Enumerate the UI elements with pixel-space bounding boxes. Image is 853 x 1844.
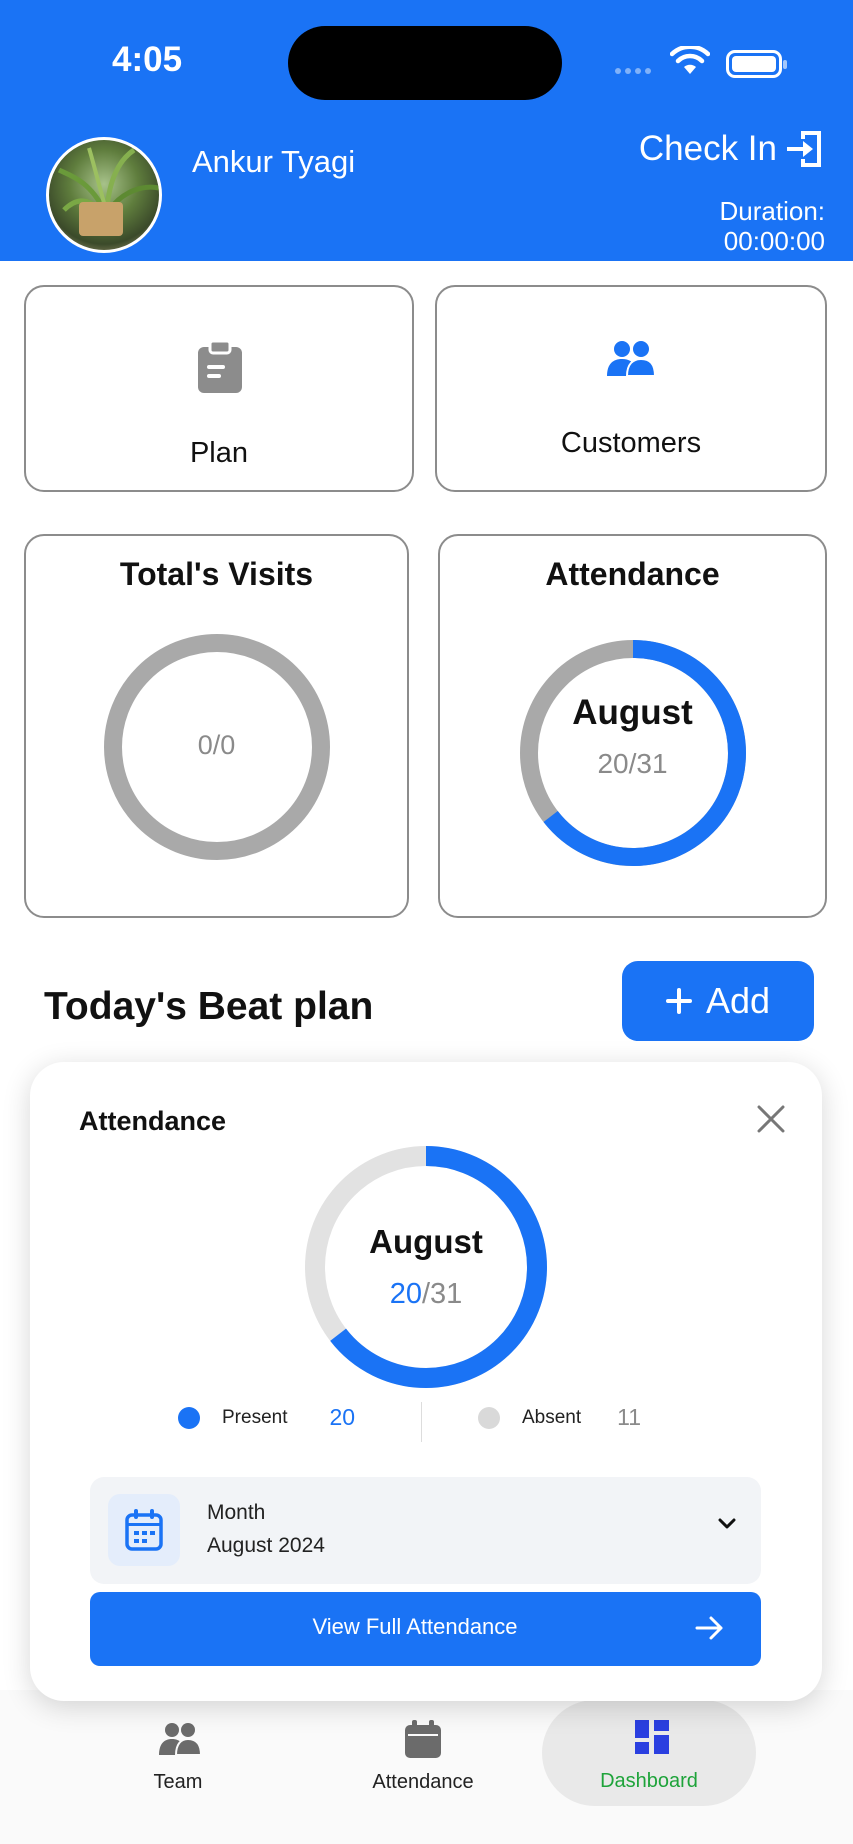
attendance-month: August (572, 693, 693, 732)
status-time: 4:05 (112, 40, 183, 79)
nav-dashboard-label: Dashboard (600, 1770, 698, 1792)
door-enter-icon (787, 131, 821, 167)
duration-display: Duration: 00:00:00 (720, 196, 826, 256)
month-field-value: August 2024 (207, 1534, 325, 1557)
view-full-attendance-button[interactable]: View Full Attendance (90, 1592, 761, 1666)
plan-card[interactable]: Plan (24, 285, 414, 492)
customers-card[interactable]: Customers (435, 285, 827, 492)
check-in-label: Check In (638, 129, 777, 168)
clipboard-icon (198, 341, 242, 393)
bottom-nav: Team Attendance Dashboard (0, 1690, 853, 1844)
nav-team-label: Team (153, 1771, 203, 1793)
beat-plan-title: Today's Beat plan (44, 985, 374, 1028)
nav-attendance[interactable]: Attendance (323, 1690, 523, 1810)
dashboard-icon (635, 1720, 669, 1754)
calendar-icon-box (108, 1494, 180, 1566)
add-button[interactable]: Add (622, 961, 814, 1041)
total-visits-card[interactable]: Total's Visits 0/0 (24, 534, 409, 918)
attendance-value: 20/31 (597, 748, 668, 779)
app-header: 4:05 Ankur Tyagi Check In Duration: 00:0… (0, 0, 853, 261)
avatar[interactable] (46, 137, 162, 253)
attendance-card[interactable]: Attendance August 20/31 (438, 534, 827, 918)
absent-label: Absent (522, 1406, 582, 1428)
view-button-label: View Full Attendance (312, 1614, 518, 1639)
signal-icon (615, 68, 657, 76)
present-dot (178, 1406, 200, 1429)
users-icon (607, 341, 655, 377)
plan-label: Plan (189, 437, 249, 469)
customers-label: Customers (560, 427, 702, 459)
wifi-icon (670, 46, 710, 74)
legend-divider (421, 1402, 422, 1442)
absent-dot (478, 1406, 500, 1429)
nav-attendance-label: Attendance (372, 1771, 474, 1793)
month-field-label: Month (207, 1501, 266, 1524)
arrow-right-icon (695, 1616, 723, 1640)
user-name: Ankur Tyagi (192, 144, 356, 179)
absent-count: 11 (617, 1404, 642, 1430)
team-icon (159, 1723, 201, 1756)
sheet-ring: August 20/31 (304, 1145, 548, 1389)
battery-icon (726, 50, 787, 78)
calendar-icon (405, 1720, 441, 1758)
check-in-button[interactable]: Check In (639, 128, 825, 170)
present-label: Present (222, 1406, 288, 1428)
visits-value: 0/0 (197, 730, 236, 760)
chevron-down-icon (718, 1518, 736, 1529)
month-select[interactable]: Month August 2024 (90, 1477, 761, 1584)
sheet-title: Attendance (79, 1106, 227, 1136)
sheet-total-value: /31 (421, 1278, 463, 1310)
attendance-ring: August 20/31 (518, 638, 748, 868)
attendance-sheet: Attendance August 20/31 Present 20 Absen… (30, 1062, 822, 1701)
nav-team[interactable]: Team (78, 1690, 278, 1810)
dynamic-island (288, 26, 562, 100)
sheet-month: August (369, 1223, 483, 1260)
close-icon[interactable] (754, 1102, 788, 1136)
visits-title: Total's Visits (119, 556, 314, 592)
attendance-title: Attendance (545, 556, 720, 592)
calendar-icon (125, 1509, 163, 1551)
legend-present: Present 20 (178, 1404, 355, 1431)
nav-dashboard[interactable]: Dashboard (542, 1700, 756, 1806)
add-label: Add (705, 980, 771, 1021)
sheet-present-value: 20 (389, 1278, 422, 1310)
legend-absent: Absent 11 (478, 1404, 641, 1431)
duration-value: 00:00:00 (723, 226, 825, 256)
duration-label: Duration: (719, 196, 826, 226)
visits-ring: 0/0 (102, 632, 332, 862)
present-count: 20 (329, 1404, 356, 1430)
plus-icon (665, 988, 692, 1014)
